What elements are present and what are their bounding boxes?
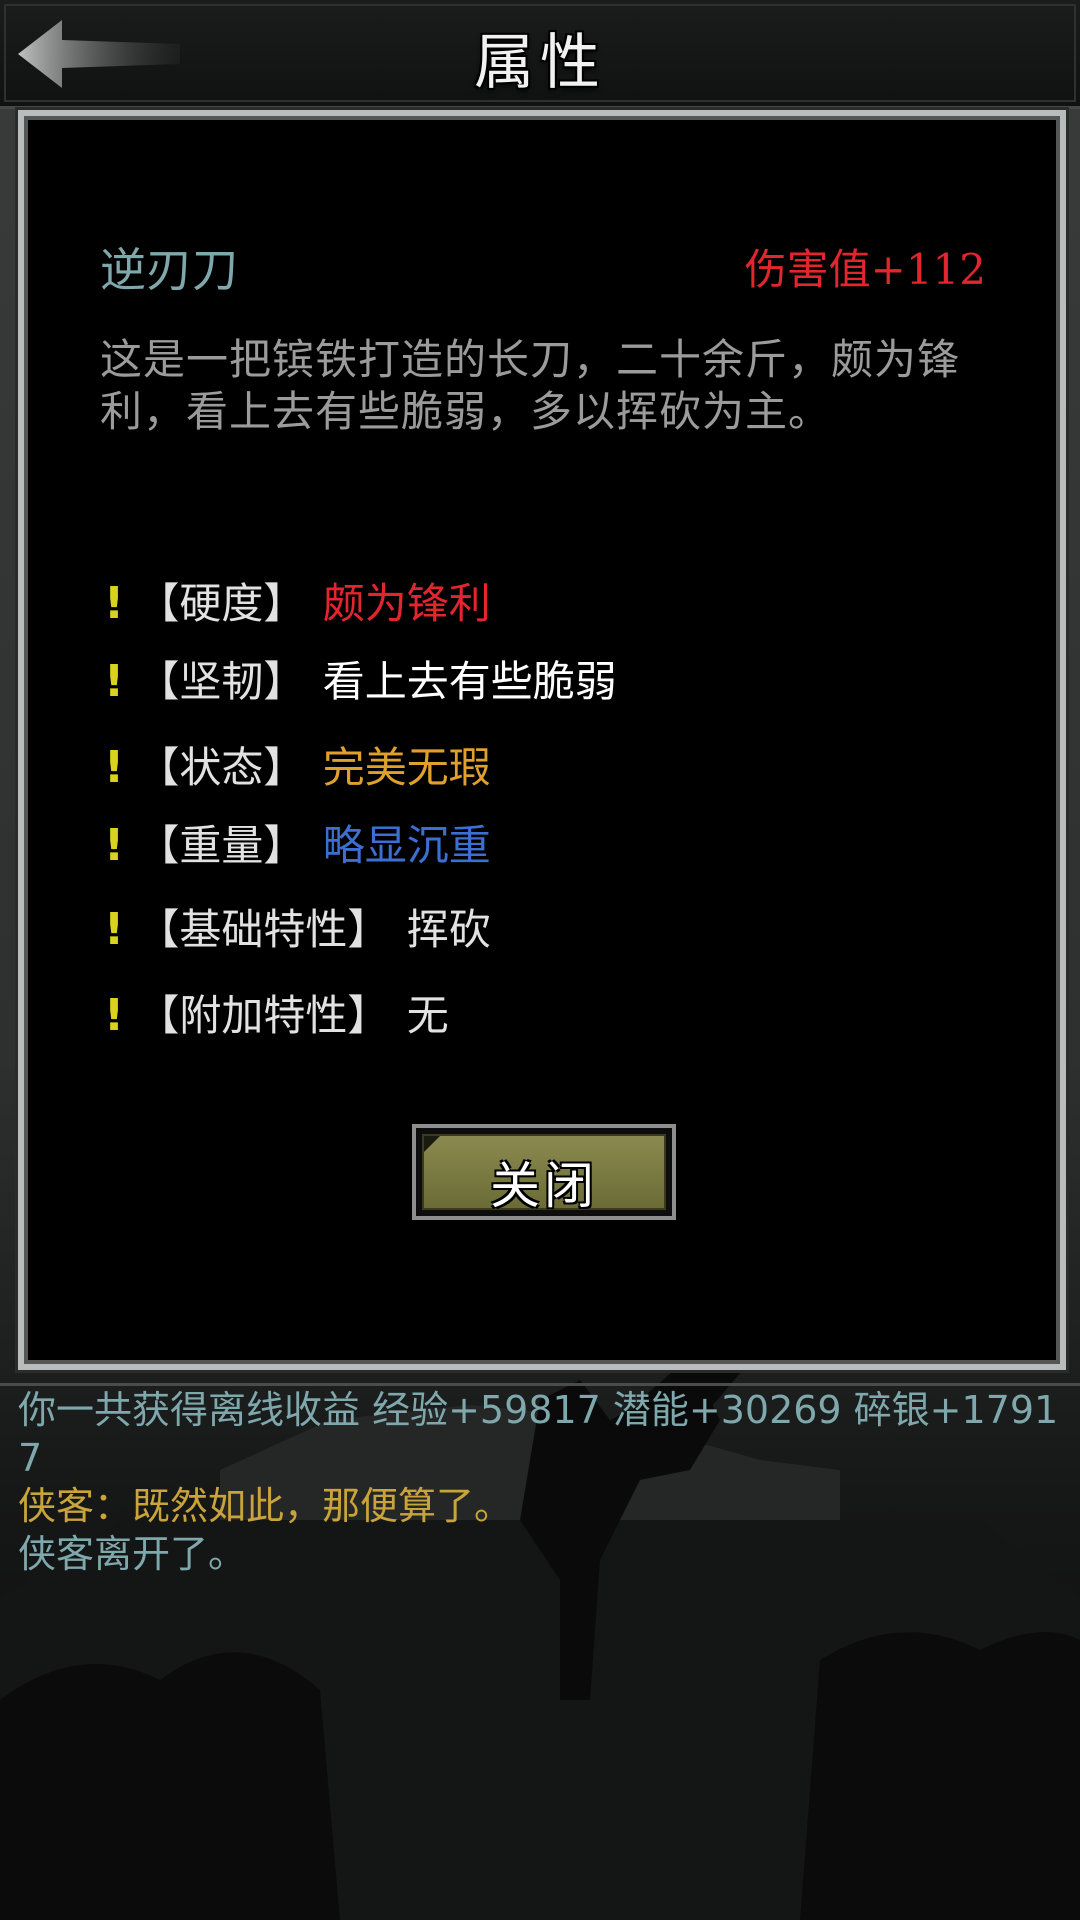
exclamation-icon: ! xyxy=(104,820,125,871)
exclamation-icon: ! xyxy=(104,656,125,707)
attribute-key: 【附加特性】 xyxy=(137,991,390,1040)
exclamation-icon: ! xyxy=(104,904,125,955)
close-button[interactable]: 关闭 xyxy=(412,1124,676,1220)
log-line: 侠客：既然如此，那便算了。 xyxy=(18,1484,513,1528)
exclamation-icon: ! xyxy=(104,990,125,1041)
attribute-key: 【状态】 xyxy=(137,743,306,792)
attribute-row-base-trait: ! 【基础特性】 挥砍 xyxy=(104,902,491,958)
exclamation-icon: ! xyxy=(104,742,125,793)
attribute-key: 【坚韧】 xyxy=(137,657,306,706)
attribute-row-weight: ! 【重量】 略显沉重 xyxy=(104,818,491,874)
attribute-row-state: ! 【状态】 完美无瑕 xyxy=(104,740,491,796)
attribute-value: 看上去有些脆弱 xyxy=(322,657,617,706)
attribute-key: 【重量】 xyxy=(137,821,306,870)
attribute-dialog: 逆刃刀 伤害值+112 这是一把镔铁打造的长刀，二十余斤，颇为锋利，看上去有些脆… xyxy=(18,110,1066,1370)
item-description: 这是一把镔铁打造的长刀，二十余斤，颇为锋利，看上去有些脆弱，多以挥砍为主。 xyxy=(100,335,961,436)
close-button-face: 关闭 xyxy=(422,1134,666,1215)
attribute-value: 完美无瑕 xyxy=(322,743,491,792)
attribute-value: 略显沉重 xyxy=(322,821,491,870)
message-log: 你一共获得离线收益 经验+59817 潜能+30269 碎银+17917 侠客：… xyxy=(0,1383,1080,1603)
top-bar: 属性 xyxy=(0,0,1080,109)
exclamation-icon: ! xyxy=(104,578,125,629)
log-line: 侠客离开了。 xyxy=(18,1532,247,1576)
damage-value: 伤害值+112 xyxy=(744,245,986,294)
close-button-label: 关闭 xyxy=(490,1157,598,1215)
page-title: 属性 xyxy=(474,28,606,98)
attribute-key: 【基础特性】 xyxy=(137,905,390,954)
attribute-value: 颇为锋利 xyxy=(322,579,491,628)
item-name: 逆刃刀 xyxy=(100,243,238,297)
attribute-row-toughness: ! 【坚韧】 看上去有些脆弱 xyxy=(104,654,617,710)
attribute-row-hardness: ! 【硬度】 颇为锋利 xyxy=(104,576,491,632)
attribute-value: 无 xyxy=(406,991,449,1040)
attribute-key: 【硬度】 xyxy=(137,579,306,628)
attribute-row-extra-trait: ! 【附加特性】 无 xyxy=(104,988,449,1044)
log-line: 你一共获得离线收益 经验+59817 潜能+30269 碎银+17917 xyxy=(18,1388,1059,1480)
attribute-value: 挥砍 xyxy=(406,905,491,954)
